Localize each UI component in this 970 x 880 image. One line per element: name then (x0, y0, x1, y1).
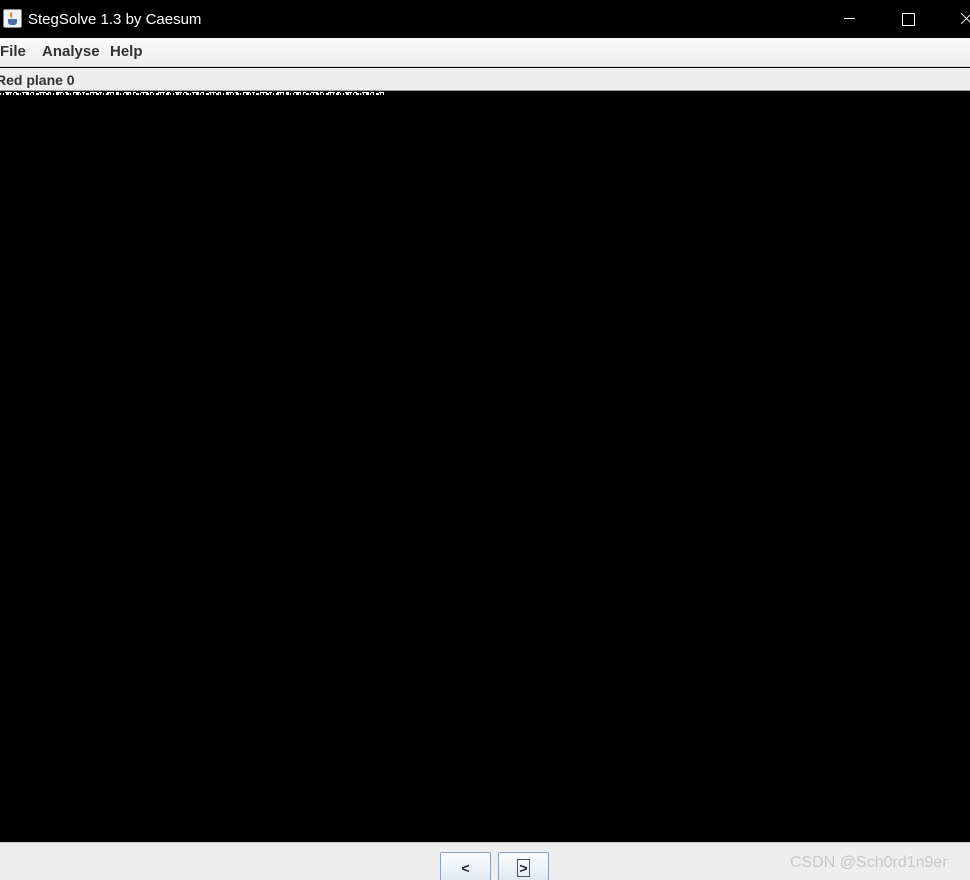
title-bar: StegSolve 1.3 by Caesum (0, 0, 970, 38)
image-view (0, 92, 970, 842)
bit-plane-pixels-row (0, 92, 384, 93)
close-button[interactable] (942, 0, 970, 38)
next-label: > (517, 859, 530, 877)
menu-analyse[interactable]: Analyse (42, 43, 100, 60)
menu-file[interactable]: File (0, 43, 26, 60)
menu-help[interactable]: Help (110, 43, 143, 60)
prev-label: < (461, 860, 470, 876)
next-plane-button[interactable]: > (498, 852, 549, 880)
prev-plane-button[interactable]: < (440, 852, 491, 880)
plane-info-bar: Red plane 0 (0, 68, 970, 91)
window-title: StegSolve 1.3 by Caesum (28, 11, 202, 28)
java-cup-icon (3, 9, 22, 28)
menu-bar: File Analyse Help (0, 38, 970, 67)
maximize-button[interactable] (884, 0, 930, 38)
watermark: CSDN @Sch0rd1n9er (790, 854, 948, 871)
plane-label: Red plane 0 (0, 72, 75, 88)
navigation-bar: < > CSDN @Sch0rd1n9er (0, 842, 970, 880)
minimize-button[interactable] (826, 0, 872, 38)
